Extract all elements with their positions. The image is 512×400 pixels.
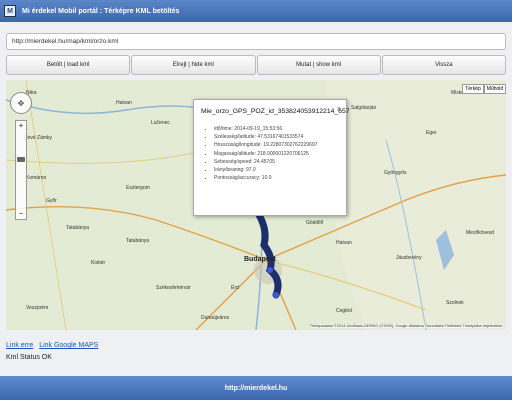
city-label: Cegléd: [336, 308, 352, 314]
info-altitude: Magasság/altitude: 218.000001220706125: [214, 150, 317, 158]
zoom-in-icon[interactable]: +: [16, 121, 26, 131]
city-label: Székesfehérvár: [156, 285, 191, 291]
info-longitude: Hosszúság/longitude: 19.2280730276222969…: [214, 141, 317, 149]
link-row: Link erre Link Google MAPS: [6, 342, 102, 349]
kml-url-input[interactable]: [6, 33, 506, 50]
zoom-slider-handle[interactable]: [17, 157, 25, 162]
city-label: Szolnok: [446, 300, 464, 306]
load-kml-button[interactable]: Betölt | load kml: [6, 55, 131, 75]
gps-point-marker: [267, 267, 273, 273]
city-label: Dunaújváros: [201, 315, 230, 321]
link-google-maps[interactable]: Link Google MAPS: [39, 342, 98, 349]
city-label: Salgótarján: [351, 105, 377, 111]
city-label: Gödöllő: [306, 220, 324, 226]
link-here[interactable]: Link erre: [6, 342, 33, 349]
info-window: Mie_orzo_GPS_POZ_id_353824053912214_657 …: [193, 99, 350, 216]
city-label: Győr: [46, 198, 57, 204]
city-label: Mezőkövesd: [466, 230, 495, 236]
map-navigation-control: ✥ + −: [10, 92, 32, 220]
city-label: Veszprém: [26, 305, 49, 311]
footer-url: http://mierdekel.hu: [224, 384, 288, 392]
city-label: Eger: [426, 130, 437, 136]
city-label: Nové Zámky: [24, 135, 53, 141]
gps-point-marker: [273, 292, 279, 298]
back-button[interactable]: Vissza: [381, 55, 506, 75]
map-view[interactable]: Nitra Nové Zámky Hatvan Lučenec Komárno …: [6, 80, 506, 330]
close-icon[interactable]: ×: [337, 106, 341, 113]
footer-bar: http://mierdekel.hu: [0, 376, 512, 400]
city-label: Lučenec: [151, 120, 170, 126]
info-accuracy: Pontosság/accuracy: 10.0: [214, 174, 317, 182]
map-type-map-button[interactable]: Térkép: [462, 84, 484, 94]
hide-kml-button[interactable]: Elrejt | hide kml: [131, 55, 256, 75]
city-label: Hatvan: [336, 240, 352, 246]
window-title: Mi érdekel Mobil portál : Térképre KML b…: [22, 7, 180, 15]
info-speed: Sebesség/speed: 24.45705: [214, 158, 317, 166]
city-label: Jászberény: [396, 255, 422, 261]
title-bar: M Mi érdekel Mobil portál : Térképre KML…: [0, 0, 512, 22]
map-type-satellite-button[interactable]: Műhold: [484, 84, 506, 94]
city-label-budapest: Budapest: [244, 256, 276, 263]
zoom-out-icon[interactable]: −: [16, 209, 26, 219]
app-logo-icon: M: [4, 5, 16, 17]
city-label: Hatvan: [116, 100, 132, 106]
city-label: Tatabánya: [126, 238, 150, 244]
info-window-details: idő/time: 2014-09-19_15:53:56 Szélesség/…: [206, 125, 317, 182]
city-label: Tatabánya: [66, 225, 90, 231]
zoom-slider[interactable]: + −: [15, 120, 27, 220]
city-label: Kisbér: [91, 260, 106, 266]
plain-area: [326, 80, 506, 330]
show-kml-button[interactable]: Mutat | show kml: [256, 55, 381, 75]
kml-status: Kml Status OK: [6, 354, 52, 361]
info-window-title: Mie_orzo_GPS_POZ_id_353824053912214_657: [201, 108, 350, 115]
city-label: Esztergom: [126, 185, 150, 191]
city-label: Gyöngyös: [384, 170, 407, 176]
city-label: Komárno: [26, 175, 47, 181]
pan-control-icon[interactable]: ✥: [10, 92, 32, 114]
info-bearing: Irány/bearing: 97.0: [214, 166, 317, 174]
map-copyright: Térképadatok ©2014 GeoBasis-DE/BKG (©200…: [309, 324, 502, 328]
city-label: Érd: [231, 285, 239, 291]
toolbar: Betölt | load kml Elrejt | hide kml Muta…: [6, 55, 506, 75]
info-time: idő/time: 2014-09-19_15:53:56: [214, 125, 317, 133]
info-latitude: Szélesség/latitude: 47.53167401533574: [214, 133, 317, 141]
